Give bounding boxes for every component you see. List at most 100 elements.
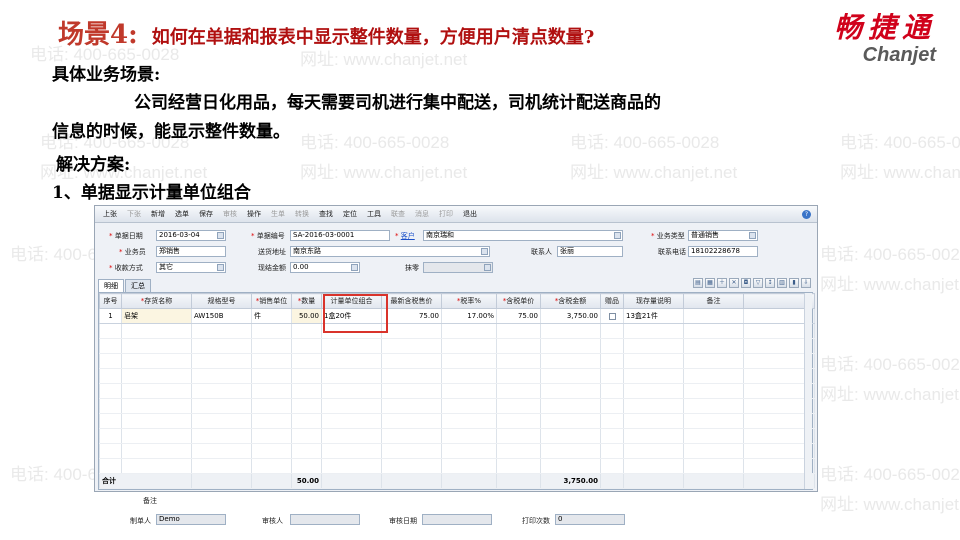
insert-row-icon[interactable]: ▦ <box>705 278 715 288</box>
column-settings-icon[interactable]: ▥ <box>777 278 787 288</box>
grid-toolbar: ▤ ▦ ＋ ✕ ◘ ▽ ↕ ▥ ▮ ⇩ <box>693 278 811 288</box>
cell-tax-rate[interactable]: 17.00% <box>441 308 497 324</box>
round-field[interactable] <box>423 262 493 273</box>
cell-unit[interactable]: 件 <box>251 308 292 324</box>
code-field[interactable]: SA-2016-03-0001 <box>290 230 390 241</box>
delete-row-icon[interactable]: ✕ <box>729 278 739 288</box>
cell-spec[interactable]: AW150B <box>191 308 252 324</box>
watermark-phone: 电话: 400-665-0028 <box>300 133 450 152</box>
calculator-icon[interactable] <box>351 264 358 271</box>
toolbar-audit[interactable]: 审核 <box>218 209 242 219</box>
toolbar-find[interactable]: 查找 <box>314 209 338 219</box>
col-header[interactable]: 序号 <box>99 293 122 309</box>
help-icon[interactable]: ? <box>802 209 811 219</box>
col-header[interactable]: 现存量说明 <box>623 293 684 309</box>
payment-label: * 收款方式 <box>109 264 143 272</box>
code-label: * 单据编号 <box>251 232 285 240</box>
col-header[interactable]: *销售单位 <box>251 293 292 309</box>
col-header[interactable]: *数量 <box>291 293 322 309</box>
toolbar-query[interactable]: 联查 <box>386 209 410 219</box>
phone-field[interactable]: 18102228678 <box>688 246 758 257</box>
cash-field[interactable]: 0.00 <box>290 262 360 273</box>
toolbar-save[interactable]: 保存 <box>194 209 218 219</box>
toolbar-next[interactable]: 下张 <box>122 209 146 219</box>
col-header[interactable]: 规格型号 <box>191 293 252 309</box>
col-header[interactable]: *存货名称 <box>121 293 192 309</box>
export-icon[interactable]: ⇩ <box>801 278 811 288</box>
col-header[interactable]: *含税金额 <box>540 293 601 309</box>
col-header[interactable]: 最新含税售价 <box>381 293 442 309</box>
empty-row[interactable] <box>99 458 815 474</box>
toolbar-print[interactable]: 打印 <box>434 209 458 219</box>
chevron-down-icon[interactable] <box>749 232 756 239</box>
cell-amount[interactable]: 3,750.00 <box>540 308 601 324</box>
empty-row[interactable] <box>99 368 815 384</box>
col-header[interactable]: *税率% <box>441 293 497 309</box>
toolbar-select[interactable]: 选单 <box>170 209 194 219</box>
date-field[interactable]: 2016-03-04 <box>156 230 226 241</box>
maker-field[interactable]: Demo <box>156 514 226 525</box>
audit-date-label: 审核日期 <box>389 517 417 525</box>
toolbar-exit[interactable]: 退出 <box>458 209 482 219</box>
toolbar-operate[interactable]: 操作 <box>242 209 266 219</box>
calendar-icon[interactable] <box>217 232 224 239</box>
edit-icon[interactable] <box>481 248 488 255</box>
empty-row[interactable] <box>99 443 815 459</box>
customer-field[interactable]: 南京瑞和 <box>423 230 623 241</box>
table-row[interactable]: 1 皂架 AW150B 件 50.00 1盒20件 75.00 17.00% 7… <box>99 308 815 324</box>
payment-select[interactable]: 其它 <box>156 262 226 273</box>
toolbar-prev[interactable]: 上张 <box>98 209 122 219</box>
toolbar-tools[interactable]: 工具 <box>362 209 386 219</box>
filter-icon[interactable]: ▽ <box>753 278 763 288</box>
cell-qty[interactable]: 50.00 <box>291 308 322 324</box>
add-row-icon[interactable]: ＋ <box>717 278 727 288</box>
print-count-field[interactable]: 0 <box>555 514 625 525</box>
maker-label: 制单人 <box>130 517 151 525</box>
grid-scrollbar[interactable] <box>804 293 812 489</box>
cell-latest-price: 75.00 <box>381 308 442 324</box>
solution-heading: 解决方案: <box>56 155 131 175</box>
empty-row[interactable] <box>99 398 815 414</box>
biztype-label: * 业务类型 <box>651 232 685 240</box>
empty-row[interactable] <box>99 428 815 444</box>
address-field[interactable]: 南京东路 <box>290 246 490 257</box>
empty-row[interactable] <box>99 323 815 339</box>
toolbar-locate[interactable]: 定位 <box>338 209 362 219</box>
biztype-select[interactable]: 普通销售 <box>688 230 758 241</box>
chevron-down-icon[interactable] <box>217 264 224 271</box>
empty-row[interactable] <box>99 353 815 369</box>
cell-note[interactable] <box>683 308 744 324</box>
empty-row[interactable] <box>99 383 815 399</box>
calculator-icon[interactable] <box>484 264 491 271</box>
copy-row-icon[interactable]: ▤ <box>693 278 703 288</box>
watermark-site: 网址: www.chanjet.net <box>570 163 738 182</box>
toolbar-message[interactable]: 消息 <box>410 209 434 219</box>
gift-checkbox[interactable] <box>608 312 616 320</box>
contact-field[interactable]: 张丽 <box>557 246 623 257</box>
audit-date-field[interactable] <box>422 514 492 525</box>
salesman-field[interactable]: 郑销售 <box>156 246 226 257</box>
cell-unit-price[interactable]: 75.00 <box>496 308 541 324</box>
toolbar-generate[interactable]: 生单 <box>266 209 290 219</box>
empty-row[interactable] <box>99 338 815 354</box>
toolbar-convert[interactable]: 转换 <box>290 209 314 219</box>
cash-label: 现结金额 <box>258 264 286 272</box>
toolbar-new[interactable]: 新增 <box>146 209 170 219</box>
lock-icon[interactable]: ◘ <box>741 278 751 288</box>
col-header[interactable]: *含税单价 <box>496 293 541 309</box>
date-label: * 单据日期 <box>109 232 143 240</box>
cell-gift[interactable] <box>600 308 624 324</box>
tab-detail[interactable]: 明细 <box>98 279 124 292</box>
col-header[interactable]: 备注 <box>683 293 744 309</box>
auditor-field[interactable] <box>290 514 360 525</box>
sort-icon[interactable]: ↕ <box>765 278 775 288</box>
scene-question: 如何在单据和报表中显示整件数量，方便用户清点数量? <box>151 27 595 48</box>
address-label: 送货地址 <box>258 248 286 256</box>
cell-name[interactable]: 皂架 <box>121 308 192 324</box>
watermark-phone: 电话: 400-665-0028 <box>820 465 960 484</box>
search-icon[interactable] <box>614 232 621 239</box>
col-header[interactable]: 赠品 <box>600 293 624 309</box>
tab-summary[interactable]: 汇总 <box>125 279 151 292</box>
empty-row[interactable] <box>99 413 815 429</box>
chart-icon[interactable]: ▮ <box>789 278 799 288</box>
